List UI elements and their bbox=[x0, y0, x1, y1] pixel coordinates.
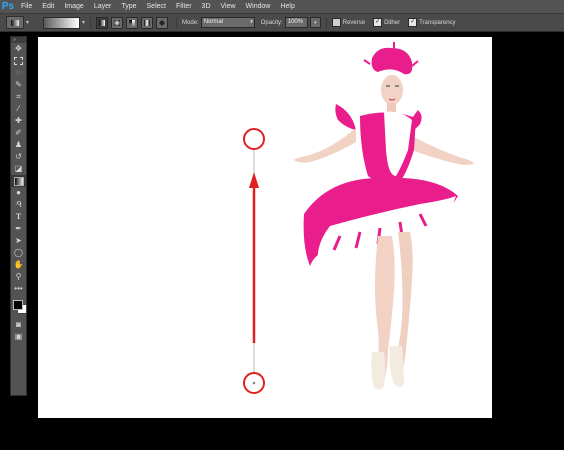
ballerina-image bbox=[294, 42, 474, 390]
foreground-color-swatch[interactable] bbox=[13, 300, 23, 310]
arrow-up-icon bbox=[249, 172, 259, 188]
canvas-overlay bbox=[243, 42, 474, 394]
gradient-end-circle bbox=[243, 128, 265, 150]
gradient-start-point bbox=[252, 381, 256, 385]
